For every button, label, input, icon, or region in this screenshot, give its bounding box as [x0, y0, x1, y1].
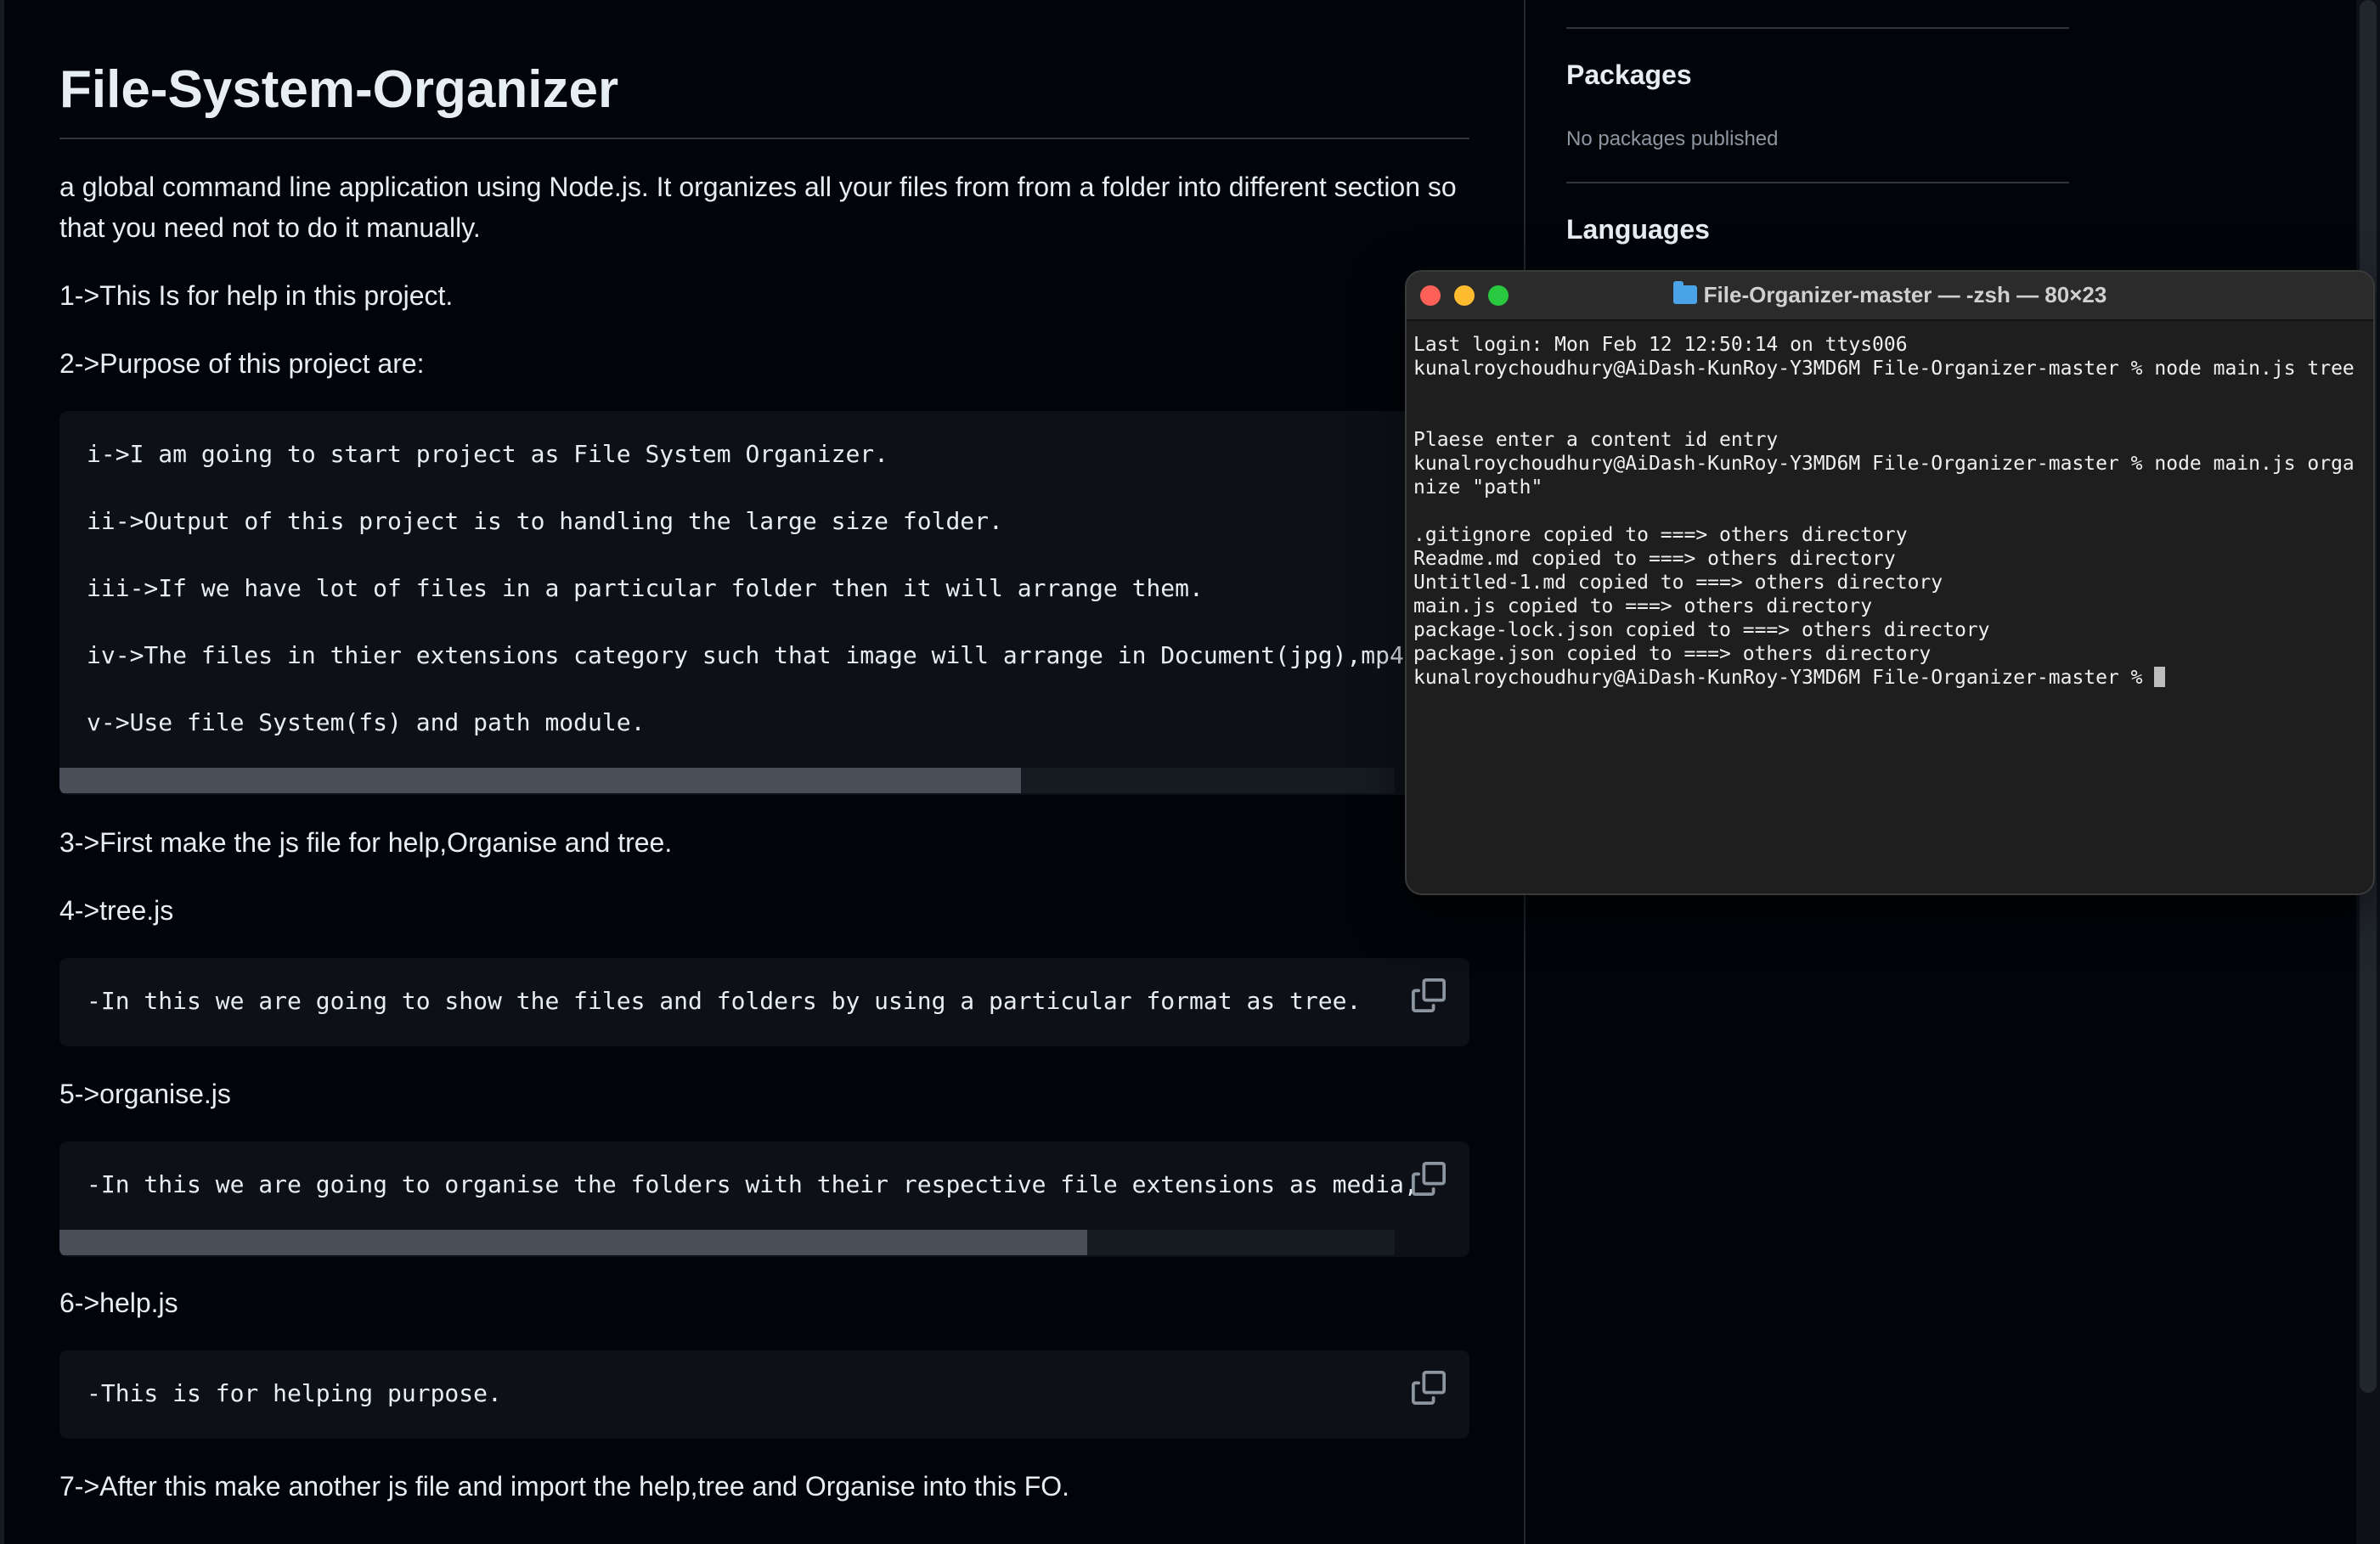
terminal-prompt-line: kunalroychoudhury@AiDash-KunRoy-Y3MD6M F…	[1413, 666, 2166, 690]
window-left-edge	[0, 0, 4, 1544]
terminal-line: package-lock.json copied to ===> others …	[1413, 619, 1990, 641]
organise-code-block: -In this we are going to organise the fo…	[59, 1141, 1469, 1257]
terminal-line: kunalroychoudhury@AiDash-KunRoy-Y3MD6M F…	[1413, 453, 2355, 475]
code-line: v->Use file System(fs) and path module.	[87, 708, 646, 736]
step-6-text: 6->help.js	[59, 1288, 178, 1318]
terminal-line: Untitled-1.md copied to ===> others dire…	[1413, 572, 1943, 594]
tree-code-block: -In this we are going to show the files …	[59, 958, 1469, 1046]
copy-button[interactable]	[1412, 1162, 1446, 1196]
copy-button[interactable]	[1412, 978, 1446, 1012]
terminal-line: Plaese enter a content id entry	[1413, 429, 1779, 451]
readme-title: File-System-Organizer	[59, 60, 619, 119]
organise-code-scroll-thumb[interactable]	[59, 1230, 1088, 1255]
help-code-block: -This is for helping purpose.	[59, 1350, 1469, 1439]
terminal-title: File-Organizer-master — -zsh — 80×23	[1407, 281, 2373, 308]
terminal-window[interactable]: File-Organizer-master — -zsh — 80×23 Las…	[1405, 270, 2375, 895]
sidebar-divider	[1566, 182, 2069, 183]
code-line: ii->Output of this project is to handlin…	[87, 507, 1003, 535]
terminal-line: kunalroychoudhury@AiDash-KunRoy-Y3MD6M F…	[1413, 358, 2355, 380]
packages-heading[interactable]: Packages	[1566, 59, 1692, 91]
copy-icon	[1412, 978, 1446, 1012]
step-5-text: 5->organise.js	[59, 1079, 231, 1109]
readme-intro: a global command line application using …	[59, 172, 1457, 243]
sidebar-divider	[1566, 27, 2069, 29]
step-3-text: 3->First make the js file for help,Organ…	[59, 827, 673, 858]
step-1-text: 1->This Is for help in this project.	[59, 280, 454, 311]
folder-icon	[1672, 281, 1697, 304]
title-divider	[59, 138, 1469, 139]
terminal-line: .gitignore copied to ===> others directo…	[1413, 524, 1908, 546]
purpose-code-scrollbar[interactable]	[59, 768, 1395, 793]
code-line: iii->If we have lot of files in a partic…	[87, 574, 1204, 602]
readme-content: File-System-Organizer a global command l…	[59, 0, 1469, 1544]
code-line: -In this we are going to organise the fo…	[87, 1170, 1418, 1198]
terminal-line: Last login: Mon Feb 12 12:50:14 on ttys0…	[1413, 334, 1908, 356]
languages-heading: Languages	[1566, 214, 1710, 245]
code-line: iv->The files in thier extensions catego…	[87, 641, 1433, 669]
terminal-line: main.js copied to ===> others directory	[1413, 595, 1873, 617]
code-line: i->I am going to start project as File S…	[87, 440, 889, 468]
copy-icon	[1412, 1371, 1446, 1405]
organise-code-scrollbar[interactable]	[59, 1230, 1395, 1255]
packages-empty-text: No packages published	[1566, 127, 1779, 150]
terminal-line: Readme.md copied to ===> others director…	[1413, 548, 1896, 570]
copy-icon	[1412, 1162, 1446, 1196]
terminal-prompt: kunalroychoudhury@AiDash-KunRoy-Y3MD6M F…	[1413, 667, 2155, 689]
step-7-text: 7->After this make another js file and i…	[59, 1471, 1070, 1502]
copy-button[interactable]	[1412, 1371, 1446, 1405]
terminal-title-text: File-Organizer-master — -zsh — 80×23	[1703, 282, 2107, 307]
code-line: -In this we are going to show the files …	[87, 987, 1362, 1015]
terminal-line: nize "path"	[1413, 476, 1543, 499]
purpose-code-block: i->I am going to start project as File S…	[59, 411, 1469, 795]
terminal-titlebar[interactable]: File-Organizer-master — -zsh — 80×23	[1407, 272, 2373, 321]
terminal-line: package.json copied to ===> others direc…	[1413, 643, 1932, 665]
code-line: -This is for helping purpose.	[87, 1379, 502, 1407]
purpose-code-scroll-thumb[interactable]	[59, 768, 1021, 793]
terminal-output[interactable]: Last login: Mon Feb 12 12:50:14 on ttys0…	[1413, 321, 2366, 890]
terminal-cursor	[2154, 667, 2166, 687]
step-4-text: 4->tree.js	[59, 895, 174, 926]
step-2-text: 2->Purpose of this project are:	[59, 348, 425, 379]
